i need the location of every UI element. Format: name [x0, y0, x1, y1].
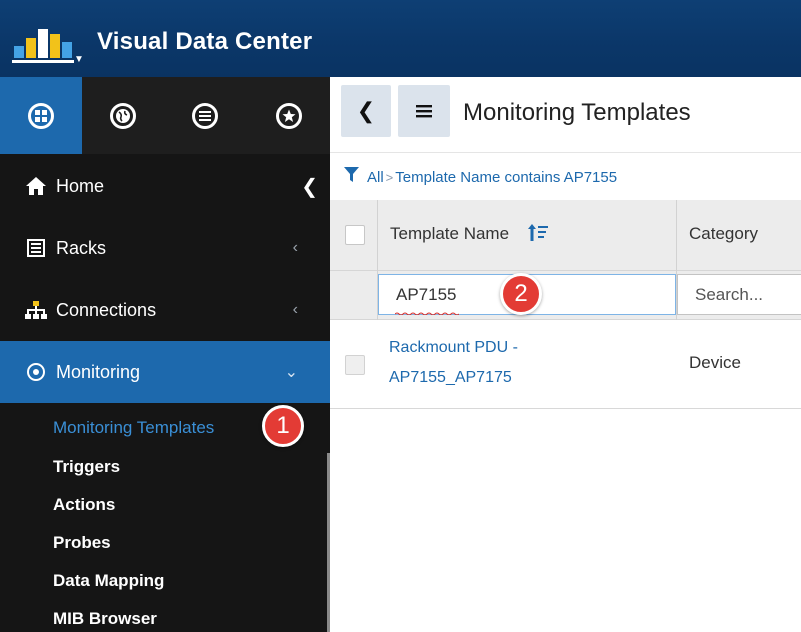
sidebar-item-label: Racks — [56, 237, 107, 258]
row-category: Device — [689, 353, 741, 372]
spellcheck-underline — [395, 312, 459, 315]
back-button[interactable]: ❮ — [341, 85, 391, 137]
chevron-left-icon: ‹ — [292, 239, 298, 256]
sidebar-item-home[interactable]: Home ❮ — [0, 155, 330, 217]
column-header-template-name[interactable]: Template Name — [390, 224, 509, 244]
sidebar-subitem-data-mapping[interactable]: Data Mapping — [53, 571, 164, 591]
network-icon — [24, 301, 48, 319]
template-name-link[interactable]: Rackmount PDU - AP7155_AP7175 — [389, 333, 609, 393]
monitoring-icon — [24, 362, 48, 382]
logo-caret-icon: ▼ — [74, 54, 84, 65]
logo-bar-2 — [26, 38, 36, 58]
toolbar: ❮ Monitoring Templates — [330, 77, 801, 153]
table-row[interactable]: Rackmount PDU - AP7155_AP7175 Device — [330, 321, 801, 409]
sidebar: Home ❮ Racks ‹ Connections ‹ Monitoring … — [0, 77, 330, 632]
logo-underline — [12, 60, 74, 63]
apps-grid-icon — [28, 102, 54, 129]
filter-breadcrumb: All > Template Name contains AP7155 — [330, 154, 801, 200]
breadcrumb-separator: > — [385, 169, 394, 185]
main-panel: ❮ Monitoring Templates All > Template Na… — [330, 77, 801, 632]
app-title: Visual Data Center — [97, 28, 313, 55]
rail-button-star[interactable] — [248, 77, 330, 154]
sidebar-item-connections[interactable]: Connections ‹ — [0, 279, 330, 341]
sidebar-subitem-triggers[interactable]: Triggers — [53, 457, 120, 477]
globe-icon — [110, 102, 136, 129]
step-badge-1: 1 — [262, 405, 304, 447]
step-badge-2: 2 — [500, 273, 542, 315]
page-title: Monitoring Templates — [463, 99, 691, 126]
sidebar-item-label: Connections — [56, 299, 157, 320]
sidebar-item-label: Home — [56, 175, 105, 196]
filter-condition-link[interactable]: Template Name contains AP7155 — [395, 169, 617, 186]
filter-icon[interactable] — [344, 166, 359, 188]
rail-button-apps[interactable] — [0, 77, 82, 154]
rail-button-list[interactable] — [164, 77, 246, 154]
logo-bar-5 — [62, 42, 72, 58]
menu-button[interactable] — [398, 85, 450, 137]
row-checkbox[interactable] — [345, 355, 365, 375]
select-all-checkbox[interactable] — [345, 225, 365, 245]
rack-icon — [24, 239, 48, 257]
icon-rail — [0, 77, 330, 154]
grid-header: Template Name Category — [330, 200, 801, 271]
logo-bar-4 — [50, 34, 60, 58]
sidebar-item-racks[interactable]: Racks ‹ — [0, 217, 330, 279]
visual-data-center-logo[interactable]: ▼ — [12, 20, 86, 68]
chevron-down-icon: ⌄ — [284, 364, 298, 381]
category-filter-input[interactable] — [677, 274, 801, 315]
column-divider — [676, 200, 677, 271]
column-divider — [377, 200, 378, 271]
chevron-left-icon: ‹ — [292, 301, 298, 318]
column-header-category[interactable]: Category — [689, 224, 758, 244]
app-header: ▼ Visual Data Center — [0, 0, 801, 77]
list-icon — [192, 102, 218, 129]
sidebar-subitem-mib-browser[interactable]: MIB Browser — [53, 609, 157, 629]
collapse-sidebar-icon[interactable]: ❮ — [301, 174, 318, 199]
home-icon — [24, 177, 48, 195]
sidebar-item-label: Monitoring — [56, 361, 141, 382]
sort-ascending-icon[interactable] — [528, 224, 548, 247]
chevron-left-icon: ❮ — [356, 98, 376, 123]
sidebar-subitem-monitoring-templates[interactable]: Monitoring Templates — [53, 418, 214, 438]
sidebar-subitem-probes[interactable]: Probes — [53, 533, 111, 553]
sidebar-subitem-actions[interactable]: Actions — [53, 495, 115, 515]
filter-all-link[interactable]: All — [367, 169, 384, 186]
logo-bar-3 — [38, 29, 48, 58]
logo-bar-1 — [14, 46, 24, 58]
star-icon — [276, 102, 302, 129]
sidebar-item-monitoring[interactable]: Monitoring ⌄ — [0, 341, 330, 403]
hamburger-icon — [416, 98, 432, 124]
rail-button-globe[interactable] — [82, 77, 164, 154]
